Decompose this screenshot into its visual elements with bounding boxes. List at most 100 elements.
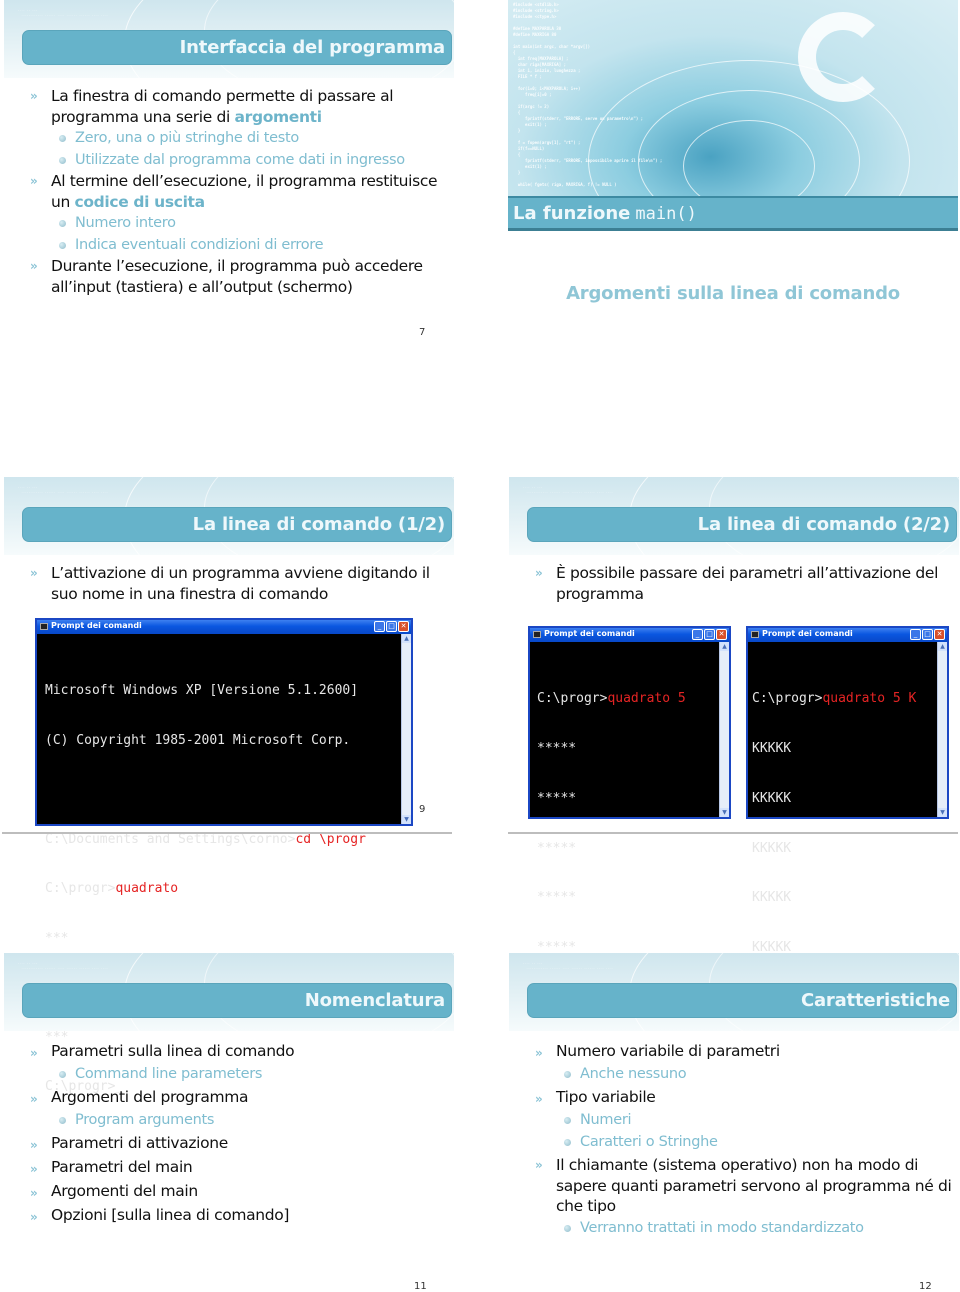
slide-title: Interfaccia del programma	[179, 37, 446, 58]
slide-title: La linea di comando (1/2)	[192, 514, 446, 535]
console-line: C:\progr>quadrato 5	[537, 691, 686, 707]
chevron-bullet-icon: »	[535, 1158, 543, 1172]
chevron-bullet-icon: »	[535, 566, 543, 580]
bullet-list: » Numero variabile di parametri Anche nes…	[535, 1039, 955, 1239]
page-number: 11	[414, 1281, 427, 1292]
circle-bullet-icon	[564, 1224, 571, 1232]
scrollbar[interactable]: ▲ ▼	[719, 642, 729, 817]
bullet-item: » La finestra di comando permette di pas…	[30, 87, 394, 126]
decorative-code: ---- -- --- ------------ ------ ---- ---…	[17, 485, 108, 494]
slide-title-bar: La linea di comando (2/2)	[527, 507, 957, 542]
circle-bullet-icon	[59, 1071, 66, 1078]
highlight-term: codice di uscita	[74, 192, 206, 211]
circle-bullet-icon	[59, 1117, 66, 1124]
maximize-icon[interactable]: □	[386, 621, 397, 632]
console-line: Microsoft Windows XP [Versione 5.1.2600]	[45, 683, 359, 698]
maximize-icon[interactable]: □	[704, 629, 715, 640]
maximize-icon[interactable]: □	[922, 629, 933, 640]
minimize-icon[interactable]: _	[910, 629, 921, 640]
window-titlebar[interactable]: Prompt dei comandi _ □ ✕	[530, 628, 729, 642]
chevron-bullet-icon: »	[30, 1210, 38, 1224]
chevron-bullet-icon: »	[535, 1046, 543, 1060]
slide-title: La linea di comando (2/2)	[697, 514, 951, 535]
circle-bullet-icon	[564, 1139, 571, 1146]
console-line: (C) Copyright 1985-2001 Microsoft Corp.	[45, 732, 351, 748]
typed-command: quadrato	[115, 881, 179, 896]
page-number: 9	[419, 804, 426, 815]
close-icon[interactable]: ✕	[398, 621, 409, 632]
bullet-item: » Opzioni [sulla linea di comando]	[30, 1203, 450, 1227]
chevron-bullet-icon: »	[30, 89, 38, 103]
window-titlebar[interactable]: Prompt dei comandi _ □ ✕	[37, 620, 411, 634]
slide-divider	[508, 832, 958, 834]
chevron-bullet-icon: »	[30, 1162, 38, 1176]
bullet-item: » L’attivazione di un programma avviene …	[30, 564, 430, 603]
console-window: Prompt dei comandi _ □ ✕ C:\progr>quadra…	[746, 626, 949, 1005]
bullet-list: » L’attivazione di un programma avviene …	[30, 563, 450, 604]
cover-subtitle: Argomenti sulla linea di comando	[566, 283, 900, 304]
console-line: *****	[537, 840, 577, 856]
chevron-bullet-icon: »	[30, 1186, 38, 1200]
typed-command: quadrato 5 K	[822, 691, 917, 707]
close-icon[interactable]: ✕	[716, 629, 727, 640]
bullet-item: » Argomenti del main	[30, 1179, 450, 1203]
cover-image: #include <stdlib.h> #include <string.h> …	[508, 0, 958, 196]
scroll-down-icon[interactable]: ▼	[938, 808, 947, 817]
console-app-icon	[533, 631, 541, 638]
scroll-up-icon[interactable]: ▲	[402, 634, 411, 643]
decorative-code: ---- -- --- ------------ ------ ---- ---…	[522, 485, 613, 494]
sub-bullet-item: Zero, una o più stringhe di testo	[30, 127, 450, 149]
circle-bullet-icon	[59, 135, 66, 142]
scroll-up-icon[interactable]: ▲	[938, 642, 947, 651]
sub-bullet-item: Verranno trattati in modo standardizzato	[535, 1217, 955, 1239]
chevron-bullet-icon: »	[30, 1138, 38, 1152]
scroll-up-icon[interactable]: ▲	[720, 642, 729, 651]
console-line: KKKKK	[752, 790, 792, 806]
window-title: Prompt dei comandi	[762, 629, 853, 638]
minimize-icon[interactable]: _	[692, 629, 703, 640]
sub-bullet-item: Command line parameters	[30, 1063, 450, 1085]
console-line: *****	[537, 740, 577, 756]
slide-10: ---- -- --- ------------ ------ ---- ---…	[505, 477, 960, 1005]
bullet-item: » Il chiamante (sistema operativo) non ha…	[535, 1156, 952, 1215]
scrollbar[interactable]: ▲ ▼	[937, 642, 947, 817]
circle-bullet-icon	[59, 157, 66, 164]
sub-bullet-item: Utilizzate dal programma come dati in in…	[30, 149, 450, 171]
console-app-icon	[40, 623, 48, 630]
close-icon[interactable]: ✕	[934, 629, 945, 640]
chevron-bullet-icon: »	[30, 1046, 38, 1060]
chevron-bullet-icon: »	[535, 1092, 543, 1106]
highlight-term: argomenti	[234, 107, 322, 126]
bullet-item: » Parametri sulla linea di comando	[30, 1039, 450, 1063]
slide-title-bar: Interfaccia del programma	[22, 30, 452, 65]
slide-title: Caratteristiche	[800, 990, 950, 1011]
slide-title-bar: Nomenclatura	[22, 983, 452, 1018]
sub-bullet-item: Program arguments	[30, 1109, 450, 1131]
slide-divider	[2, 832, 452, 834]
scroll-down-icon[interactable]: ▼	[402, 815, 411, 824]
sub-bullet-item: Anche nessuno	[535, 1063, 955, 1085]
cover-title-bar: La funzione main()	[508, 196, 958, 231]
console-line: ***	[45, 930, 69, 946]
slide-9: ---- -- --- ------------ ------ ---- ---…	[0, 477, 480, 1094]
console-line: *****	[537, 790, 577, 806]
circle-bullet-icon	[564, 1117, 571, 1124]
bullet-item: » È possibile passare dei parametri all’…	[535, 564, 939, 603]
console-line: KKKKK	[752, 740, 792, 756]
decorative-code: ---- -- --- ------------ ------ ---- ---…	[17, 8, 108, 17]
window-titlebar[interactable]: Prompt dei comandi _ □ ✕	[748, 628, 947, 642]
circle-bullet-icon	[59, 220, 66, 227]
bullet-item: » Argomenti del programma	[30, 1085, 450, 1109]
scrollbar[interactable]: ▲ ▼	[401, 634, 411, 824]
console-app-icon	[751, 631, 759, 638]
cover-title-code: main()	[635, 204, 697, 224]
console-line: C:\progr>quadrato 5 K	[752, 691, 917, 707]
minimize-icon[interactable]: _	[374, 621, 385, 632]
slide-12: ---- -- --- ------------ ------ ---- ---…	[505, 953, 960, 1292]
bullet-item: » Parametri del main	[30, 1155, 450, 1179]
console-line: KKKKK	[752, 890, 792, 906]
window-title: Prompt dei comandi	[544, 629, 635, 638]
scroll-down-icon[interactable]: ▼	[720, 808, 729, 817]
circle-bullet-icon	[564, 1071, 571, 1078]
